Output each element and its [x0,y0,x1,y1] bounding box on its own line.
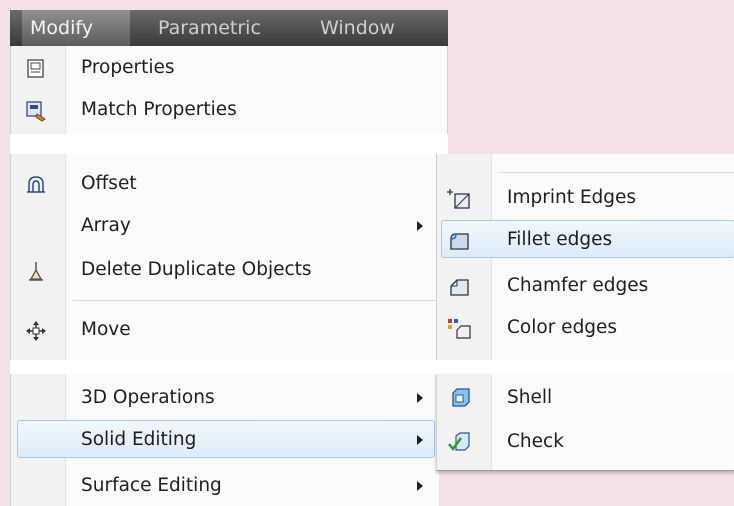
modify-menu-middle: Offset Array Delete Duplicate Objects Mo… [10,154,439,360]
menu-item-label: Match Properties [81,99,237,120]
menu-item-delete-duplicate-objects[interactable]: Delete Duplicate Objects [11,250,439,290]
menu-item-label: Solid Editing [81,429,197,450]
submenu-arrow-icon [417,393,423,403]
modify-menu-bottom: 3D Operations Solid Editing Surface Edit… [10,374,439,506]
menu-item-surface-editing[interactable]: Surface Editing [11,466,439,506]
move-icon [25,320,47,342]
menu-item-label: Fillet edges [507,229,613,250]
fillet-edges-icon [447,230,469,252]
menu-bar: Modify Parametric Window [10,10,448,46]
menu-item-properties[interactable]: Properties [11,48,447,88]
menu-window[interactable]: Window [320,10,395,46]
delete-duplicates-icon [25,260,47,282]
menu-item-label: Surface Editing [81,475,222,496]
check-icon [447,432,470,454]
menu-item-3d-operations[interactable]: 3D Operations [11,378,439,418]
menu-item-label: Color edges [507,317,618,338]
submenu-arrow-icon [417,481,423,491]
menu-item-label: Imprint Edges [507,187,637,208]
solid-editing-submenu: Imprint Edges Fillet edges Chamfer edges… [436,154,734,360]
menu-separator [499,172,734,173]
imprint-edges-icon [447,188,470,210]
menu-gap [10,134,448,154]
menu-item-label: Properties [81,57,175,78]
modify-menu-top: Properties Match Properties [10,46,448,134]
menu-item-move[interactable]: Move [11,310,439,350]
menu-item-label: Array [81,215,131,236]
match-properties-icon [25,100,47,122]
menu-item-check[interactable]: Check [437,422,734,462]
menu-item-fillet-edges[interactable]: Fillet edges [437,220,734,260]
menu-item-label: Shell [507,387,553,408]
menu-item-match-properties[interactable]: Match Properties [11,90,447,130]
menu-modify[interactable]: Modify [22,10,130,46]
menu-item-chamfer-edges[interactable]: Chamfer edges [437,266,734,306]
menu-item-solid-editing[interactable]: Solid Editing [11,420,439,460]
chamfer-edges-icon [447,276,469,298]
menu-parametric[interactable]: Parametric [158,10,261,46]
menu-item-label: Check [507,431,564,452]
menu-item-label: Delete Duplicate Objects [81,259,312,280]
menu-separator [73,300,439,301]
color-edges-icon [447,318,471,340]
menu-gap [10,360,734,374]
offset-icon [25,174,47,196]
menu-item-color-edges[interactable]: Color edges [437,308,734,348]
shell-icon [447,388,470,410]
menu-item-imprint-edges[interactable]: Imprint Edges [437,178,734,218]
menu-item-label: Chamfer edges [507,275,649,296]
submenu-arrow-icon [417,435,423,445]
solid-editing-submenu-continued: Shell Check [436,374,734,471]
menu-item-label: Offset [81,173,137,194]
menu-item-offset[interactable]: Offset [11,164,439,204]
menu-item-array[interactable]: Array [11,206,439,246]
menu-item-label: Move [81,319,131,340]
menu-item-shell[interactable]: Shell [437,378,734,418]
menu-item-label: 3D Operations [81,387,215,408]
submenu-arrow-icon [417,221,423,231]
properties-icon [25,58,47,80]
